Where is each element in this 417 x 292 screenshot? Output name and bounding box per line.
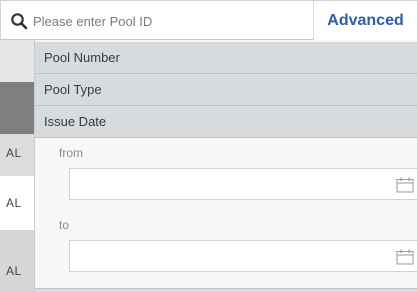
- advanced-filter-panel: Pool Number Pool Type Issue Date from to: [34, 40, 417, 292]
- advanced-search-button[interactable]: Advanced: [314, 1, 417, 40]
- background-cell-text: AL: [6, 146, 22, 160]
- from-date-label: from: [59, 146, 83, 160]
- section-issue-date[interactable]: Issue Date: [35, 106, 417, 138]
- section-label: Pool Type: [44, 82, 102, 97]
- background-row: AL: [0, 230, 34, 292]
- to-date-input[interactable]: [69, 240, 417, 272]
- background-table-strip: AL AL AL: [0, 40, 34, 292]
- calendar-icon[interactable]: [396, 177, 414, 193]
- from-date-input[interactable]: [69, 168, 417, 200]
- search-bar: Advanced: [0, 0, 417, 40]
- background-row: AL: [0, 176, 34, 230]
- background-row: AL: [0, 134, 34, 176]
- section-label: Pool Number: [44, 50, 120, 65]
- background-cell-text: AL: [6, 264, 22, 278]
- pool-search-widget: AL AL AL Advanced Pool Number Pool Type …: [0, 0, 417, 292]
- search-icon[interactable]: [10, 12, 28, 30]
- calendar-icon[interactable]: [396, 249, 414, 265]
- background-row: [0, 82, 34, 134]
- section-pool-number[interactable]: Pool Number: [35, 42, 417, 74]
- background-cell-text: AL: [6, 196, 22, 210]
- next-section-edge: [35, 288, 417, 292]
- pool-id-search-input[interactable]: [33, 9, 303, 33]
- to-date-label: to: [59, 218, 70, 232]
- section-pool-type[interactable]: Pool Type: [35, 74, 417, 106]
- background-row: [0, 40, 34, 82]
- section-label: Issue Date: [44, 114, 107, 129]
